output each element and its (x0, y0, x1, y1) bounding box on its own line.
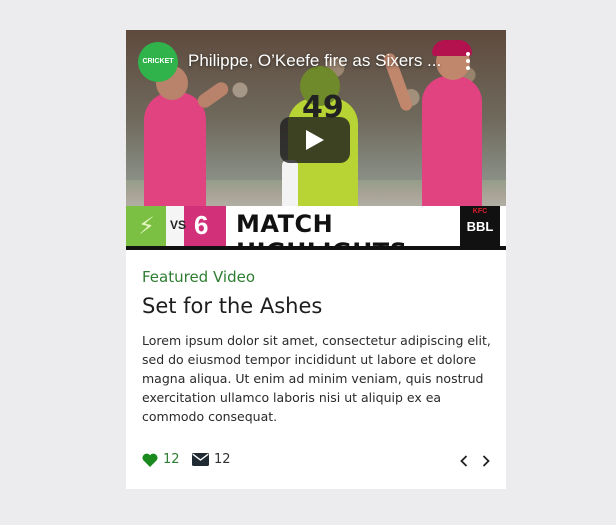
card-content: Featured Video Set for the Ashes Lorem i… (142, 268, 492, 426)
bbl-badge: KFC BBL (460, 206, 500, 246)
bbl-badge-text: BBL (466, 218, 494, 234)
featured-video-card: 49 CRICKET Philippe, O’Keefe fire as Six… (126, 30, 506, 489)
envelope-icon (192, 453, 209, 466)
kebab-menu-icon[interactable] (466, 52, 472, 72)
next-button[interactable] (478, 453, 494, 469)
like-button[interactable]: 12 (142, 452, 180, 467)
sixers-logo-mark: 6 (194, 210, 209, 240)
card-title[interactable]: Set for the Ashes (142, 294, 492, 322)
heart-icon (142, 453, 158, 467)
thunder-bolt-icon: ⚡ (138, 212, 155, 240)
previous-button[interactable] (456, 453, 472, 469)
video-bottom-bar (126, 246, 506, 250)
card-footer: 12 12 (142, 450, 492, 474)
play-button[interactable] (280, 117, 350, 163)
video-title[interactable]: Philippe, O’Keefe fire as Sixers ... (188, 51, 460, 71)
video-player[interactable]: 49 CRICKET Philippe, O’Keefe fire as Six… (126, 30, 506, 250)
card-eyebrow: Featured Video (142, 268, 255, 286)
channel-logo[interactable]: CRICKET (138, 42, 178, 82)
channel-logo-text: CRICKET (142, 58, 174, 65)
chevron-right-icon (482, 455, 490, 467)
match-highlights-banner: ⚡ VS 6 MATCH HIGHLIGHTS KFC BBL (126, 206, 506, 250)
bbl-sponsor: KFC (472, 208, 488, 215)
message-count: 12 (214, 452, 231, 467)
messages-button[interactable]: 12 (192, 452, 231, 467)
card-body: Lorem ipsum dolor sit amet, consectetur … (142, 333, 491, 424)
banner-vs-text: VS (170, 218, 187, 232)
play-icon (306, 130, 324, 150)
chevron-left-icon (460, 455, 468, 467)
like-count: 12 (163, 452, 180, 467)
